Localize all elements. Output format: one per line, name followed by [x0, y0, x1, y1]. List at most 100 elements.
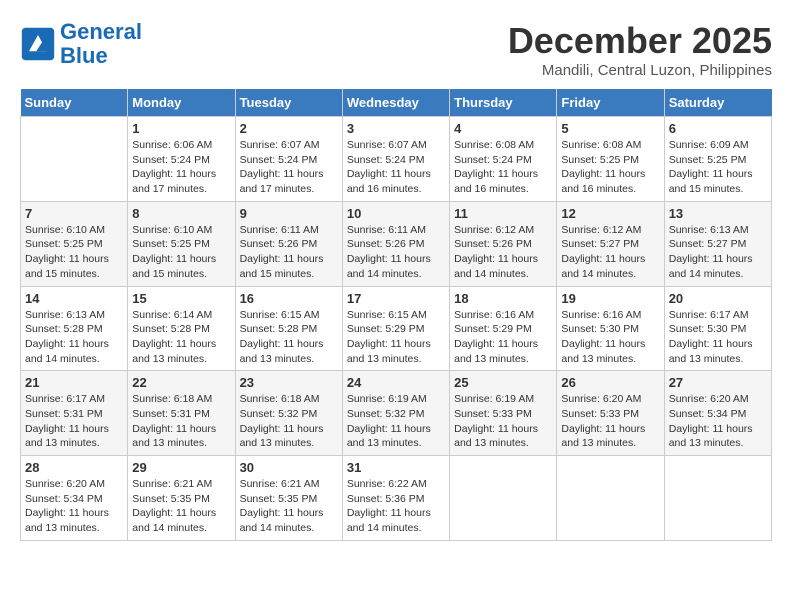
day-number: 25	[454, 375, 552, 390]
day-number: 19	[561, 291, 659, 306]
logo: General Blue	[20, 20, 142, 68]
logo-text: General Blue	[60, 20, 142, 68]
calendar-cell: 25 Sunrise: 6:19 AM Sunset: 5:33 PM Dayli…	[450, 371, 557, 456]
calendar-cell: 21 Sunrise: 6:17 AM Sunset: 5:31 PM Dayli…	[21, 371, 128, 456]
calendar-cell: 14Sunrise: 6:13 AM Sunset: 5:28 PM Dayli…	[21, 286, 128, 371]
day-number: 4	[454, 121, 552, 136]
day-info: Sunrise: 6:17 AM Sunset: 5:30 PM Dayligh…	[669, 308, 767, 367]
day-info: Sunrise: 6:19 AM Sunset: 5:33 PM Dayligh…	[454, 392, 552, 451]
day-number: 2	[240, 121, 338, 136]
day-info: Sunrise: 6:21 AM Sunset: 5:35 PM Dayligh…	[240, 477, 338, 536]
calendar-cell: 23Sunrise: 6:18 AM Sunset: 5:32 PM Dayli…	[235, 371, 342, 456]
calendar-cell: 22Sunrise: 6:18 AM Sunset: 5:31 PM Dayli…	[128, 371, 235, 456]
calendar-cell: 26 Sunrise: 6:20 AM Sunset: 5:33 PM Dayli…	[557, 371, 664, 456]
day-info: Sunrise: 6:06 AM Sunset: 5:24 PM Dayligh…	[132, 138, 230, 197]
logo-line1: General	[60, 19, 142, 44]
day-info: Sunrise: 6:13 AM Sunset: 5:28 PM Dayligh…	[25, 308, 123, 367]
day-number: 3	[347, 121, 445, 136]
calendar-cell: 10Sunrise: 6:11 AM Sunset: 5:26 PM Dayli…	[342, 201, 449, 286]
day-number: 6	[669, 121, 767, 136]
day-info: Sunrise: 6:14 AM Sunset: 5:28 PM Dayligh…	[132, 308, 230, 367]
day-number: 29	[132, 460, 230, 475]
day-number: 31	[347, 460, 445, 475]
calendar-cell: 31 Sunrise: 6:22 AM Sunset: 5:36 PM Dayli…	[342, 456, 449, 541]
calendar-cell: 7 Sunrise: 6:10 AM Sunset: 5:25 PM Daylig…	[21, 201, 128, 286]
calendar-cell: 13 Sunrise: 6:13 AM Sunset: 5:27 PM Dayli…	[664, 201, 771, 286]
day-info: Sunrise: 6:22 AM Sunset: 5:36 PM Dayligh…	[347, 477, 445, 536]
day-info: Sunrise: 6:12 AM Sunset: 5:26 PM Dayligh…	[454, 223, 552, 282]
calendar-cell: 24 Sunrise: 6:19 AM Sunset: 5:32 PM Dayli…	[342, 371, 449, 456]
day-number: 30	[240, 460, 338, 475]
calendar-cell: 17 Sunrise: 6:15 AM Sunset: 5:29 PM Dayli…	[342, 286, 449, 371]
day-info: Sunrise: 6:19 AM Sunset: 5:32 PM Dayligh…	[347, 392, 445, 451]
day-info: Sunrise: 6:16 AM Sunset: 5:29 PM Dayligh…	[454, 308, 552, 367]
page-header: General Blue December 2025 Mandili, Cent…	[20, 20, 772, 79]
calendar-cell: 6 Sunrise: 6:09 AM Sunset: 5:25 PM Daylig…	[664, 117, 771, 202]
calendar-week: 21 Sunrise: 6:17 AM Sunset: 5:31 PM Dayli…	[21, 371, 772, 456]
day-info: Sunrise: 6:10 AM Sunset: 5:25 PM Dayligh…	[132, 223, 230, 282]
day-info: Sunrise: 6:09 AM Sunset: 5:25 PM Dayligh…	[669, 138, 767, 197]
calendar-cell: 2 Sunrise: 6:07 AM Sunset: 5:24 PM Daylig…	[235, 117, 342, 202]
header-day: Friday	[557, 89, 664, 117]
day-number: 11	[454, 206, 552, 221]
header-day: Saturday	[664, 89, 771, 117]
month-title: December 2025	[508, 20, 772, 62]
day-number: 20	[669, 291, 767, 306]
calendar-week: 7 Sunrise: 6:10 AM Sunset: 5:25 PM Daylig…	[21, 201, 772, 286]
day-info: Sunrise: 6:20 AM Sunset: 5:33 PM Dayligh…	[561, 392, 659, 451]
day-number: 10	[347, 206, 445, 221]
day-number: 24	[347, 375, 445, 390]
header-day: Monday	[128, 89, 235, 117]
day-number: 17	[347, 291, 445, 306]
day-number: 22	[132, 375, 230, 390]
logo-icon	[20, 26, 56, 62]
day-number: 9	[240, 206, 338, 221]
calendar-week: 28Sunrise: 6:20 AM Sunset: 5:34 PM Dayli…	[21, 456, 772, 541]
calendar-cell: 27Sunrise: 6:20 AM Sunset: 5:34 PM Dayli…	[664, 371, 771, 456]
header-day: Tuesday	[235, 89, 342, 117]
day-number: 16	[240, 291, 338, 306]
day-info: Sunrise: 6:12 AM Sunset: 5:27 PM Dayligh…	[561, 223, 659, 282]
day-info: Sunrise: 6:17 AM Sunset: 5:31 PM Dayligh…	[25, 392, 123, 451]
location: Mandili, Central Luzon, Philippines	[508, 62, 772, 79]
calendar-cell: 20 Sunrise: 6:17 AM Sunset: 5:30 PM Dayli…	[664, 286, 771, 371]
day-number: 5	[561, 121, 659, 136]
calendar-cell: 15 Sunrise: 6:14 AM Sunset: 5:28 PM Dayli…	[128, 286, 235, 371]
day-info: Sunrise: 6:07 AM Sunset: 5:24 PM Dayligh…	[240, 138, 338, 197]
header-row: SundayMondayTuesdayWednesdayThursdayFrid…	[21, 89, 772, 117]
calendar-cell: 5Sunrise: 6:08 AM Sunset: 5:25 PM Daylig…	[557, 117, 664, 202]
calendar-cell: 1 Sunrise: 6:06 AM Sunset: 5:24 PM Daylig…	[128, 117, 235, 202]
day-number: 1	[132, 121, 230, 136]
header-day: Wednesday	[342, 89, 449, 117]
day-number: 13	[669, 206, 767, 221]
calendar-cell: 4 Sunrise: 6:08 AM Sunset: 5:24 PM Daylig…	[450, 117, 557, 202]
calendar-cell: 29 Sunrise: 6:21 AM Sunset: 5:35 PM Dayli…	[128, 456, 235, 541]
day-info: Sunrise: 6:21 AM Sunset: 5:35 PM Dayligh…	[132, 477, 230, 536]
calendar-cell: 30 Sunrise: 6:21 AM Sunset: 5:35 PM Dayli…	[235, 456, 342, 541]
day-number: 18	[454, 291, 552, 306]
day-info: Sunrise: 6:08 AM Sunset: 5:24 PM Dayligh…	[454, 138, 552, 197]
calendar-cell: 11 Sunrise: 6:12 AM Sunset: 5:26 PM Dayli…	[450, 201, 557, 286]
day-number: 21	[25, 375, 123, 390]
calendar-cell	[664, 456, 771, 541]
day-number: 8	[132, 206, 230, 221]
day-info: Sunrise: 6:15 AM Sunset: 5:29 PM Dayligh…	[347, 308, 445, 367]
day-info: Sunrise: 6:11 AM Sunset: 5:26 PM Dayligh…	[240, 223, 338, 282]
logo-line2: Blue	[60, 43, 108, 68]
day-info: Sunrise: 6:16 AM Sunset: 5:30 PM Dayligh…	[561, 308, 659, 367]
calendar-cell	[557, 456, 664, 541]
day-info: Sunrise: 6:18 AM Sunset: 5:32 PM Dayligh…	[240, 392, 338, 451]
day-number: 27	[669, 375, 767, 390]
calendar-cell: 16Sunrise: 6:15 AM Sunset: 5:28 PM Dayli…	[235, 286, 342, 371]
calendar-cell: 28Sunrise: 6:20 AM Sunset: 5:34 PM Dayli…	[21, 456, 128, 541]
calendar-cell: 18 Sunrise: 6:16 AM Sunset: 5:29 PM Dayli…	[450, 286, 557, 371]
calendar-week: 14Sunrise: 6:13 AM Sunset: 5:28 PM Dayli…	[21, 286, 772, 371]
day-number: 7	[25, 206, 123, 221]
day-number: 15	[132, 291, 230, 306]
day-info: Sunrise: 6:13 AM Sunset: 5:27 PM Dayligh…	[669, 223, 767, 282]
day-number: 26	[561, 375, 659, 390]
calendar-table: SundayMondayTuesdayWednesdayThursdayFrid…	[20, 89, 772, 541]
day-info: Sunrise: 6:10 AM Sunset: 5:25 PM Dayligh…	[25, 223, 123, 282]
calendar-cell: 8 Sunrise: 6:10 AM Sunset: 5:25 PM Daylig…	[128, 201, 235, 286]
title-block: December 2025 Mandili, Central Luzon, Ph…	[508, 20, 772, 79]
